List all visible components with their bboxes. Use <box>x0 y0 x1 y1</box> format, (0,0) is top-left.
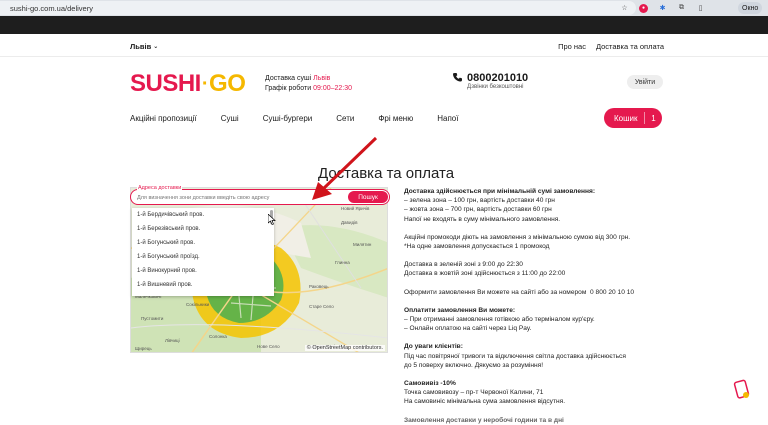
phone-note: Дзвінки безкоштовні <box>467 84 524 90</box>
terms-green-hours: Доставка в зеленій зоні з 9:00 до 22:30 <box>404 261 523 269</box>
map-label-sokilnyky: Сокільники <box>186 302 210 307</box>
suggestion-item[interactable]: 1-й Вишневий пров. <box>132 278 274 292</box>
terms-pickup-min: На самовиніс мінімальна сума замовлення … <box>404 398 566 406</box>
schedule-prefix: Графік роботи <box>265 85 312 92</box>
page-title: Доставка та оплата <box>318 165 455 182</box>
sidepanel-icon[interactable]: ▯ <box>696 4 705 13</box>
logo[interactable]: SUSHI · GO <box>130 70 246 98</box>
login-button[interactable]: Увійти <box>627 75 663 89</box>
map-attribution[interactable]: © OpenStreetMap contributors. <box>304 345 385 351</box>
logo-dot: · <box>201 72 209 95</box>
delivery-prefix: Доставка суші <box>265 75 312 82</box>
address-input[interactable] <box>137 193 342 202</box>
nav-sushi-burgers[interactable]: Суші-бургери <box>263 114 313 123</box>
map-label-shchyrets: Щирець <box>135 346 152 351</box>
cart-label: Кошик <box>614 113 638 123</box>
logo-go: GO <box>209 70 246 97</box>
map-label-myliatyn: Милятин <box>353 242 372 247</box>
city-selector[interactable]: Львів ⌄ <box>130 42 158 51</box>
nav-promos[interactable]: Акційні пропозиції <box>130 114 197 123</box>
map-label-nove-selo: Нове Село <box>257 344 280 349</box>
terms-order-how: Оформити замовлення Ви можете на сайті а… <box>404 288 666 297</box>
address-bar[interactable]: sushi-go.com.ua/delivery <box>0 1 636 15</box>
delivery-city: Львів <box>313 75 331 82</box>
main-nav: Акційні пропозиції Суші Суші-бургери Сет… <box>130 114 482 123</box>
map-label-rakovets: Раковець <box>309 284 329 289</box>
terms-pickup-title: Самовивіз -10% <box>404 380 456 388</box>
logo-sushi: SUSHI <box>130 70 201 97</box>
top-nav: Львів ⌄ Про нас Доставка та оплата <box>130 42 664 54</box>
link-delivery[interactable]: Доставка та оплата <box>596 42 664 51</box>
page-top-strip <box>0 16 768 34</box>
city-label: Львів <box>130 42 152 51</box>
terms-pickup-point: Точка самовивозу – пр-т Червоної Калини,… <box>404 389 544 397</box>
terms-payment-cash: – При отриманні замовлення готівкою або … <box>404 316 595 324</box>
browser-icons: ☆ ● ✱ ⧉ ▯ <box>620 1 705 15</box>
terms-yellow-hours: Доставка в жовтій зоні здійснюється з 11… <box>404 270 566 278</box>
suggestion-item[interactable]: 1-й Бердичівський пров. <box>132 208 274 222</box>
link-about[interactable]: Про нас <box>558 42 586 51</box>
puzzle-icon[interactable]: ⧉ <box>677 4 686 13</box>
cart-count: 1 <box>651 113 656 123</box>
map-label-livchytsi: Лівчиці <box>165 338 180 343</box>
divider <box>0 56 768 57</box>
phone-icon <box>453 72 462 82</box>
map-label-davydiv: Давидів <box>341 220 358 225</box>
terms-drinks-note: Напої не входять в суму мінімального зам… <box>404 215 561 223</box>
profile-button[interactable]: Окно <box>738 2 763 14</box>
map-label-solonka: Солонка <box>209 334 227 339</box>
extension-icon[interactable]: ● <box>639 3 648 13</box>
terms-green-zone: – зелена зона – 100 грн, вартість достав… <box>404 197 555 205</box>
terms-offhours-title: Замовлення доставки у неробочі години та… <box>404 416 564 424</box>
url-text: sushi-go.com.ua/delivery <box>10 3 93 13</box>
search-button[interactable]: Пошук <box>348 191 388 203</box>
terms-promo-note: *На одне замовлення допускається 1 промо… <box>404 243 550 251</box>
page: Львів ⌄ Про нас Доставка та оплата SUSHI… <box>0 34 768 425</box>
star-icon[interactable]: ☆ <box>620 4 629 13</box>
terms-attention-l1: Під час повітряної тривоги та відключенн… <box>404 352 626 360</box>
map-label-hlynna: Глинна <box>335 260 350 265</box>
chevron-down-icon: ⌄ <box>153 44 159 50</box>
map-label-pustomyty: Пустомити <box>141 316 164 321</box>
suggestion-item[interactable]: 1-й Богунський проїзд. <box>132 250 274 264</box>
terms-attention-title: До уваги клієнтів: <box>404 343 463 351</box>
browser-toolbar: sushi-go.com.ua/delivery ☆ ● ✱ ⧉ ▯ Окно <box>0 0 768 16</box>
terms-payment-online: – Онлайн оплатою на сайті через Liq Pay. <box>404 325 532 333</box>
top-links: Про нас Доставка та оплата <box>558 42 664 51</box>
phone-number: 0800201010 <box>467 72 529 84</box>
terms-payment-title: Оплатити замовлення Ви можете: <box>404 306 516 314</box>
order-phone[interactable]: 0 800 20 10 10 <box>590 289 634 296</box>
terms-min-order-title: Доставка здійснюється при мінімальній су… <box>404 188 596 195</box>
suggestion-item[interactable]: 1-й Винокурний пров. <box>132 264 274 278</box>
terms-promo: Акційні промокоди діють на замовлення з … <box>404 233 631 241</box>
terms-attention-l2: до 5 поверху включно. Дякуємо за розумін… <box>404 361 544 369</box>
nav-drinks[interactable]: Напої <box>437 114 458 123</box>
extension-blue-icon[interactable]: ✱ <box>658 4 667 13</box>
delivery-terms: Доставка здійснюється при мінімальній су… <box>404 187 666 425</box>
suggestion-item[interactable]: 1-й Березівський пров. <box>132 222 274 236</box>
map-label-novyi-yarychiv: Новий Яричів <box>341 205 370 211</box>
schedule-hours: 09:00–22:30 <box>313 85 353 92</box>
suggestion-item[interactable]: 1-й Богунський пров. <box>132 236 274 250</box>
terms-yellow-zone: – жовта зона – 700 грн, вартість доставк… <box>404 206 552 214</box>
profile-label: Окно <box>742 4 759 12</box>
nav-sets[interactable]: Сети <box>336 114 354 123</box>
map-label-stare-selo: Старе Село <box>309 304 334 309</box>
phone-block[interactable]: 0800201010 Дзвінки безкоштовні <box>453 72 528 90</box>
nav-fri-menu[interactable]: Фрі меню <box>378 114 413 123</box>
chat-widget-icon[interactable] <box>732 379 752 401</box>
address-suggestions: 1-й Бердичівський пров. 1-й Березівський… <box>132 208 274 296</box>
address-field[interactable]: Адреса доставки Пошук <box>130 185 390 205</box>
address-label: Адреса доставки <box>137 185 183 191</box>
cart-button[interactable]: Кошик 1 <box>604 108 662 128</box>
nav-sushi[interactable]: Суші <box>221 114 239 123</box>
delivery-info: Доставка суші Львів Графік роботи 09:00–… <box>265 74 352 94</box>
mouse-cursor-icon <box>268 214 276 225</box>
order-text: Оформити замовлення Ви можете на сайті а… <box>404 288 587 296</box>
